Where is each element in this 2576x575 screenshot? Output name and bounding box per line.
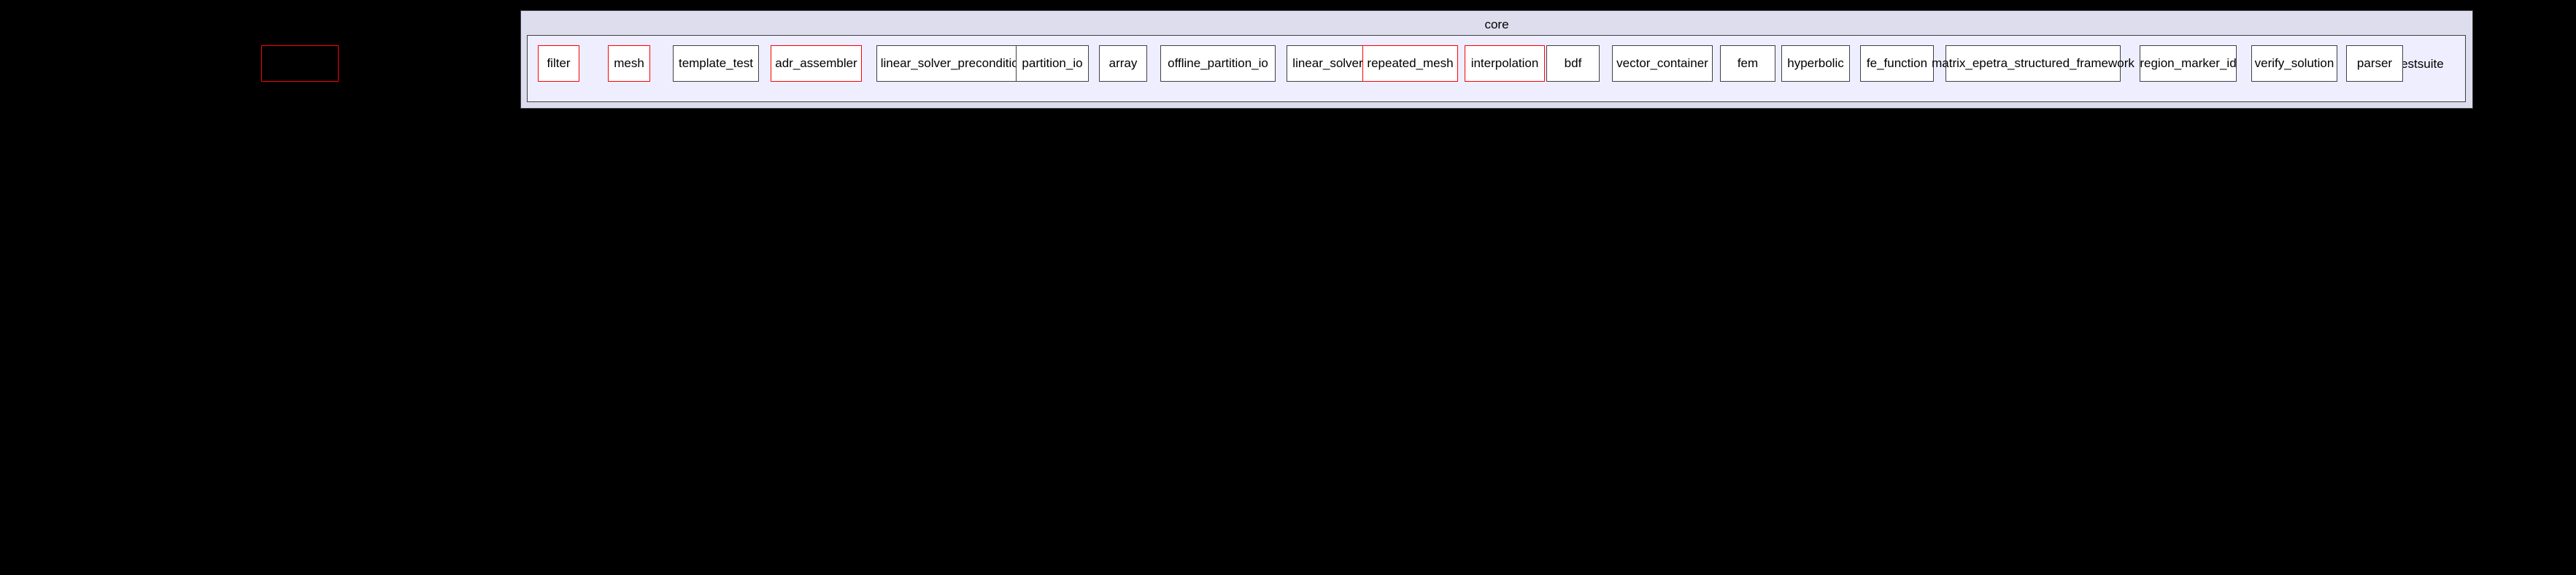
dir-node-offline_partition_io[interactable]: offline_partition_io <box>1160 45 1276 82</box>
dir-node-label: verify_solution <box>2254 56 2334 70</box>
dir-node-label: fe_function <box>1866 56 1928 70</box>
dir-node-repeated_mesh[interactable]: repeated_mesh <box>1362 45 1458 82</box>
dir-node-adr_assembler[interactable]: adr_assembler <box>771 45 862 82</box>
cluster-core-label: core <box>1484 18 1509 31</box>
dir-node-linear_solver[interactable]: linear_solver <box>1287 45 1369 82</box>
dir-node-hyperbolic[interactable]: hyperbolic <box>1781 45 1850 82</box>
dir-node-region_marker_id[interactable]: region_marker_id <box>2140 45 2237 82</box>
dir-node-label: offline_partition_io <box>1168 56 1268 70</box>
dir-node-label: linear_solver_preconditioner <box>880 56 1037 70</box>
dir-node-label: adr_assembler <box>775 56 857 70</box>
dir-node-verify_solution[interactable]: verify_solution <box>2251 45 2337 82</box>
dir-node-label: template_test <box>678 56 754 70</box>
dir-node-vector_container[interactable]: vector_container <box>1612 45 1713 82</box>
dir-node-filter[interactable]: filter <box>538 45 579 82</box>
dir-node-array[interactable]: array <box>1099 45 1147 82</box>
dir-node-label: matrix_epetra_structured_framework <box>1932 56 2135 70</box>
dir-node-label: parser <box>2356 56 2393 70</box>
dir-node-label: mesh <box>614 56 644 70</box>
dir-node-label: repeated_mesh <box>1367 56 1454 70</box>
dir-node-fem[interactable]: fem <box>1720 45 1775 82</box>
dir-node-label: interpolation <box>1470 56 1539 70</box>
dir-node-interpolation[interactable]: interpolation <box>1465 45 1545 82</box>
dir-node-label: bdf <box>1564 56 1582 70</box>
dir-node-label: partition_io <box>1022 56 1083 70</box>
focus-node[interactable] <box>261 45 339 82</box>
dir-node-label: fem <box>1737 56 1759 70</box>
dir-node-template_test[interactable]: template_test <box>673 45 759 82</box>
dir-node-partition_io[interactable]: partition_io <box>1016 45 1089 82</box>
dir-node-mesh[interactable]: mesh <box>608 45 650 82</box>
dir-node-label: hyperbolic <box>1787 56 1844 70</box>
dir-node-bdf[interactable]: bdf <box>1546 45 1600 82</box>
directory-dependency-graph: core testsuite filter mesh template_test ad… <box>0 0 2576 575</box>
dir-node-fe_function[interactable]: fe_function <box>1860 45 1934 82</box>
dir-node-matrix_epetra_structured_framework[interactable]: matrix_epetra_structured_framework <box>1932 45 2135 82</box>
dir-node-label: region_marker_id <box>2140 56 2237 70</box>
dir-node-label: filter <box>547 56 571 70</box>
dir-node-label: vector_container <box>1616 56 1708 70</box>
cluster-testsuite-label: testsuite <box>2397 57 2444 71</box>
dir-node-label: array <box>1108 56 1138 70</box>
dir-node-label: linear_solver <box>1292 56 1363 70</box>
dir-node-parser[interactable]: parser <box>2346 45 2403 82</box>
